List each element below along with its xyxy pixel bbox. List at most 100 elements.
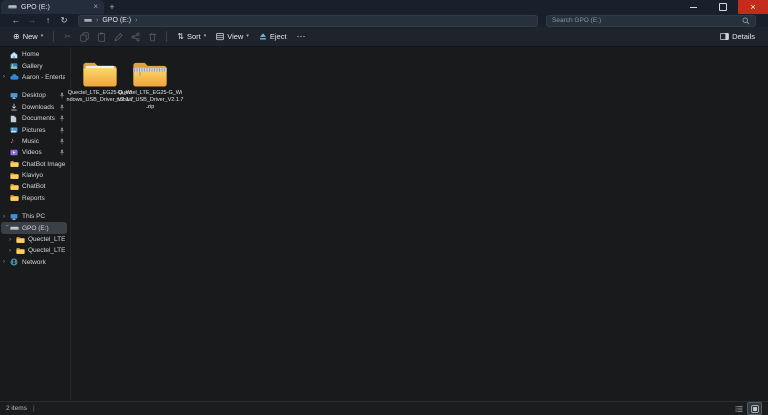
explorer-body: Home Gallery › Aaron - Entertainment G [0,47,768,403]
more-icon: ⋯ [296,31,306,42]
sidebar-item-label: Gallery [22,62,43,70]
sidebar-item-chatbot-images[interactable]: ChatBot Images [1,159,67,170]
view-button[interactable]: View ▾ [211,30,254,43]
sidebar-item-quectel-folder-1[interactable]: › Quectel_LTE_EG25-G_W [1,234,67,245]
command-toolbar: ⊕ New ▾ ✂ ⇅ Sort ▾ View ▾ Eject ⋯ Detail… [0,27,768,47]
sidebar-item-label: Network [22,258,46,266]
search-input[interactable] [552,17,742,24]
sort-label: Sort [186,32,201,41]
folder-icon [81,58,119,88]
more-options-button[interactable]: ⋯ [292,32,311,41]
sidebar-item-label: Quectel_LTE_EG25-G_W [28,247,65,255]
titlebar: GPO (E:) × + × [0,0,768,14]
sidebar-item-home[interactable]: Home [1,49,67,60]
chevron-down-icon: ▾ [40,33,44,39]
view-label: View [227,32,244,41]
gallery-icon [10,62,20,70]
sidebar-item-onedrive[interactable]: › Aaron - Entertainment G [1,72,67,83]
sidebar-item-label: Videos [22,149,42,157]
details-label: Details [732,32,755,41]
navigation-bar: ← → ↑ ↻ › GPO (E:) › [0,14,768,27]
music-icon: ♪ [10,137,20,145]
file-name: Quectel_LTE_EG25-G_Wi ndows_USB_Driver_V… [116,90,184,110]
sidebar-item-klaviyo[interactable]: Klaviyo [1,170,67,181]
sidebar-item-downloads[interactable]: Downloads [1,102,67,113]
address-bar[interactable]: › GPO (E:) › [78,14,538,27]
sidebar-item-label: Reports [22,194,45,202]
share-icon [131,32,140,42]
details-view-icon [735,405,743,412]
sidebar-item-reports[interactable]: Reports [1,193,67,204]
paste-icon [97,32,106,42]
sidebar-item-quectel-folder-2[interactable]: › Quectel_LTE_EG25-G_W [1,245,67,256]
explorer-tab[interactable]: GPO (E:) × [1,0,104,14]
onedrive-cloud-icon [10,74,20,81]
sidebar-item-this-pc[interactable]: › This PC [1,211,67,222]
sidebar-item-music[interactable]: ♪ Music [1,136,67,147]
chevron-right-icon[interactable]: › [3,259,10,265]
network-icon [10,258,20,266]
tab-close-button[interactable]: × [91,3,100,11]
documents-icon [10,115,20,123]
chevron-right-icon[interactable]: › [9,237,16,243]
file-item-zip[interactable]: Quectel_LTE_EG25-G_Wi ndows_USB_Driver_V… [117,58,183,111]
sidebar-item-label: Klaviyo [22,172,43,180]
breadcrumb-segment[interactable]: GPO (E:) [102,17,131,24]
new-tab-button[interactable]: + [104,0,120,14]
file-list-area[interactable]: Quectel_LTE_EG25-G_Wi ndows_USB_Driver_V… [67,47,768,403]
close-button[interactable]: × [738,0,768,14]
sort-button[interactable]: ⇅ Sort ▾ [172,30,211,43]
folder-icon [16,247,26,255]
sidebar-item-label: GPO (E:) [22,224,49,232]
drive-icon [10,225,20,232]
sidebar-item-pictures[interactable]: Pictures [1,124,67,135]
sidebar-item-label: ChatBot [22,183,46,191]
eject-button[interactable]: Eject [254,30,292,43]
sidebar-item-desktop[interactable]: Desktop [1,90,67,101]
pin-icon [59,127,65,134]
sidebar-item-gpo-drive[interactable]: › GPO (E:) [1,222,67,234]
chevron-right-icon[interactable]: › [3,74,10,80]
search-icon [742,17,750,25]
up-button[interactable]: ↑ [40,16,56,25]
pin-icon [59,115,65,122]
refresh-button[interactable]: ↻ [56,16,72,25]
forward-button[interactable]: → [24,16,40,25]
back-button[interactable]: ← [8,16,24,25]
toolbar-divider [166,31,168,42]
chevron-down-icon: ▾ [246,33,249,39]
minimize-button[interactable] [678,0,708,14]
search-box[interactable] [546,14,756,27]
chevron-expanded-icon[interactable]: › [4,225,10,232]
chevron-down-icon: ▾ [203,33,207,39]
chevron-right-icon[interactable]: › [9,248,16,254]
maximize-button[interactable] [708,0,738,14]
sidebar-item-label: Downloads [22,103,55,111]
sidebar-item-documents[interactable]: Documents [1,113,67,124]
sidebar-item-videos[interactable]: Videos [1,147,67,158]
sidebar-item-gallery[interactable]: Gallery [1,60,67,71]
status-separator: | [32,405,35,412]
sidebar-item-chatbot[interactable]: ChatBot [1,181,67,192]
new-button[interactable]: ⊕ New ▾ [8,30,48,43]
cut-button: ✂ [59,31,76,43]
eject-label: Eject [269,32,287,41]
details-button[interactable]: Details [715,30,760,43]
pin-icon [59,92,65,99]
sort-icon: ⇅ [177,31,184,41]
chevron-right-icon[interactable]: › [3,214,10,220]
titlebar-drag-area [120,0,678,14]
sidebar-item-network[interactable]: › Network [1,257,67,268]
folder-icon [10,160,20,168]
rename-icon [114,32,123,42]
home-icon [10,51,20,59]
share-button [127,30,144,44]
folder-icon [16,236,26,244]
sidebar-item-label: Quectel_LTE_EG25-G_W [28,236,65,244]
sidebar-item-label: Pictures [22,126,46,134]
cut-icon: ✂ [64,31,72,41]
thumbnail-view-toggle[interactable] [747,402,762,415]
this-pc-icon [10,213,20,221]
sidebar-item-label: This PC [22,213,46,221]
details-view-toggle[interactable] [732,403,745,414]
